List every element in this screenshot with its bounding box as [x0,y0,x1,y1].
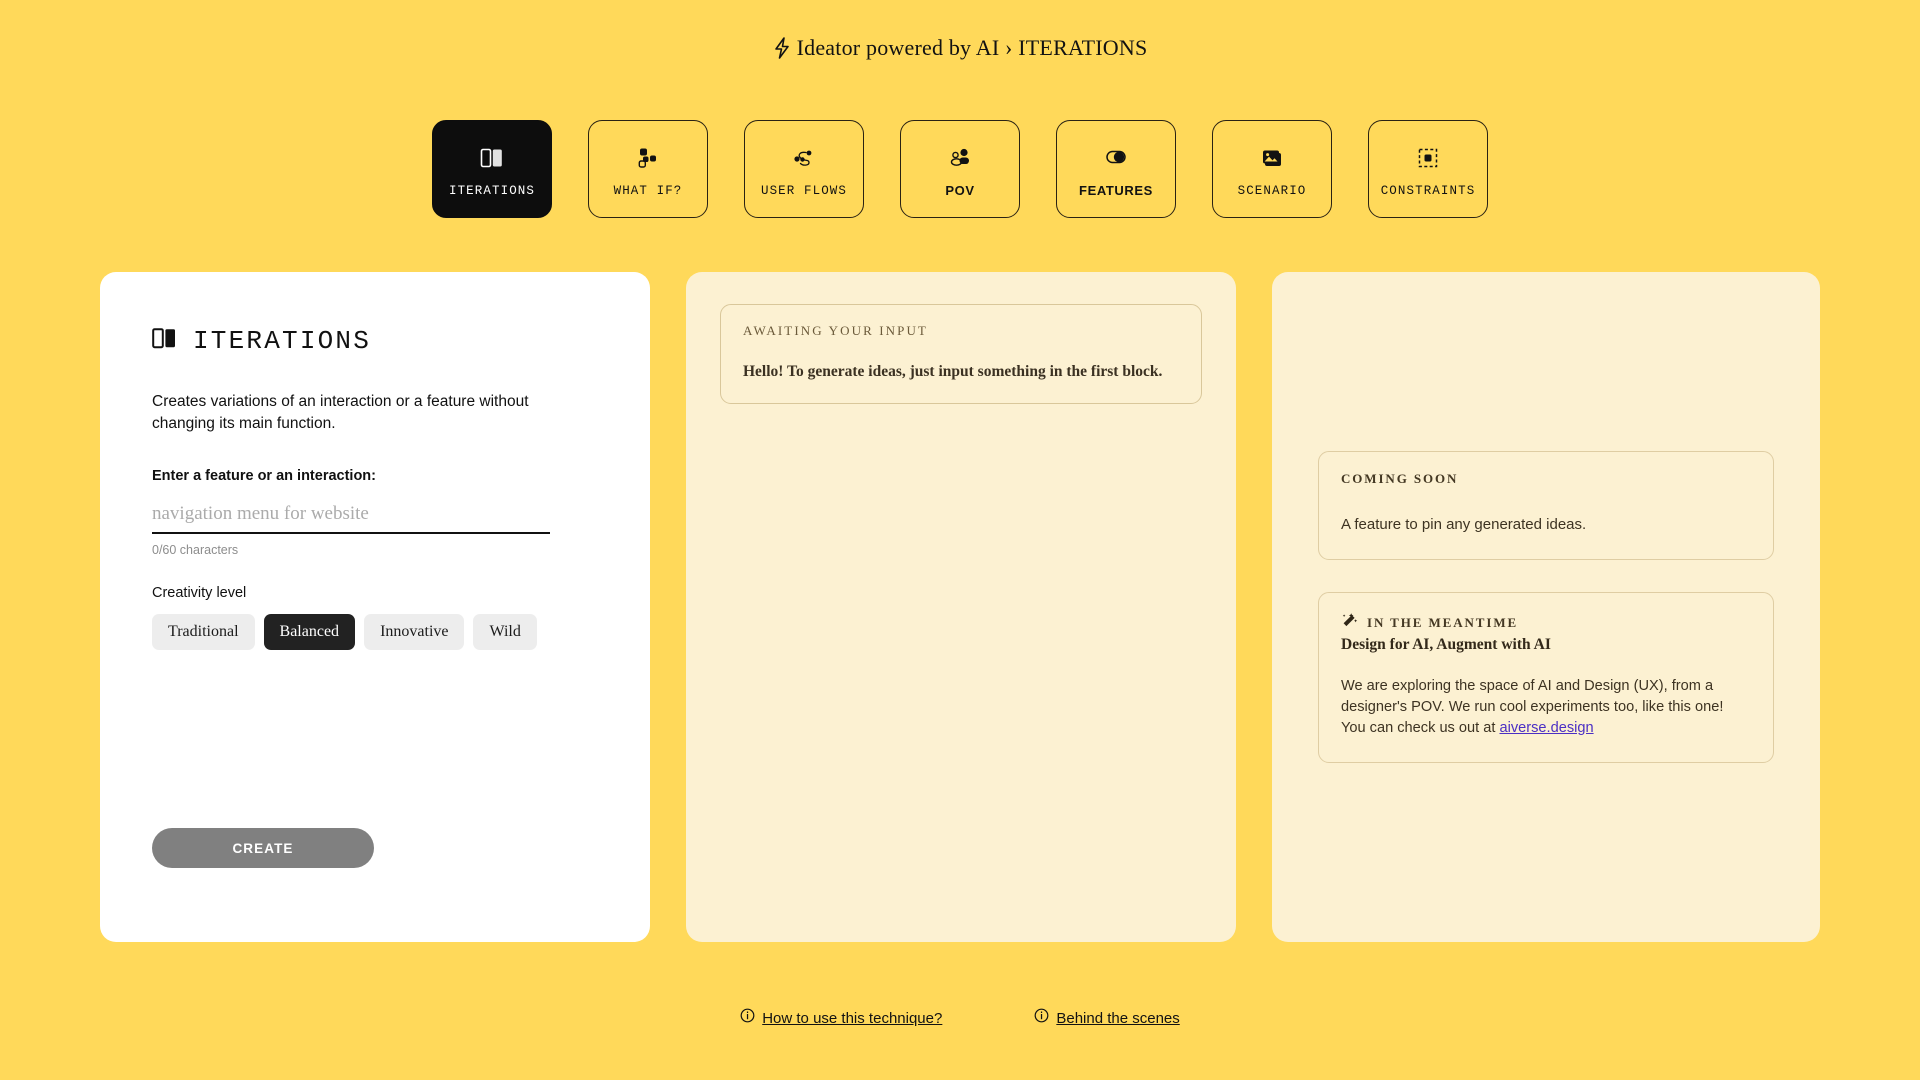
creativity-option-innovative[interactable]: Innovative [364,614,465,650]
panels-row: ITERATIONS Creates variations of an inte… [100,272,1820,942]
card-kicker: IN THE MEANTIME [1367,615,1519,631]
magic-wand-icon [1341,612,1358,634]
tab-iterations[interactable]: ITERATIONS [432,120,552,218]
in-the-meantime-card: IN THE MEANTIME Design for AI, Augment w… [1318,592,1774,764]
app-header: Ideator powered by AI › ITERATIONS [0,0,1920,95]
people-icon [947,144,973,170]
two-panels-icon [479,145,505,171]
creativity-option-balanced[interactable]: Balanced [263,614,356,650]
awaiting-input-card: AWAITING YOUR INPUT Hello! To generate i… [720,304,1202,404]
tab-label: USER FLOWS [760,183,847,198]
card-message: Hello! To generate ideas, just input som… [743,363,1163,380]
tab-label: CONSTRAINTS [1380,183,1476,198]
info-icon [740,1008,755,1028]
card-kicker: COMING SOON [1341,470,1459,486]
card-text: A feature to pin any generated ideas. [1341,515,1587,533]
footer-link-label: Behind the scenes [1056,1009,1180,1027]
behind-the-scenes-link[interactable]: Behind the scenes [1034,1008,1180,1028]
create-button[interactable]: CREATE [152,828,374,868]
info-panel: COMING SOON A feature to pin any generat… [1272,272,1820,942]
info-icon [1034,1008,1049,1028]
creativity-option-wild[interactable]: Wild [473,614,537,650]
aiverse-link[interactable]: aiverse.design [1499,720,1593,736]
card-kicker-row: COMING SOON [1341,471,1751,487]
creativity-option-traditional[interactable]: Traditional [152,614,255,650]
page-title: Ideator powered by AI › ITERATIONS [796,34,1148,60]
scattered-squares-icon [635,145,661,171]
card-subtitle: Design for AI, Augment with AI [1341,636,1551,654]
character-counter: 0/60 characters [152,543,239,557]
tab-label: SCENARIO [1237,183,1307,198]
images-stack-icon [1259,145,1285,171]
creativity-label: Creativity level [152,585,247,601]
app-root: Ideator powered by AI › ITERATIONS ITERA… [0,0,1920,1080]
tab-scenario[interactable]: SCENARIO [1212,120,1332,218]
tab-label: WHAT IF? [613,183,683,198]
tab-label: POV [945,183,975,198]
card-kicker-row: IN THE MEANTIME [1341,612,1751,634]
technique-tabbar: ITERATIONS WHAT IF? USER FLOWS POV FEATU [0,120,1920,218]
card-paragraph: We are exploring the space of AI and Des… [1341,676,1751,739]
input-panel: ITERATIONS Creates variations of an inte… [100,272,650,942]
card-kicker: AWAITING YOUR INPUT [743,323,928,338]
toggle-circle-icon [1102,144,1130,170]
output-panel: AWAITING YOUR INPUT Hello! To generate i… [686,272,1236,942]
creativity-options: Traditional Balanced Innovative Wild [152,614,598,650]
how-to-use-link[interactable]: How to use this technique? [740,1008,942,1028]
panel-heading: ITERATIONS [152,326,598,356]
tab-what-if[interactable]: WHAT IF? [588,120,708,218]
tab-label: ITERATIONS [448,183,535,198]
dashed-frame-icon [1415,145,1441,171]
lightning-bolt-icon [773,36,791,59]
flow-nodes-icon [791,145,817,171]
tab-user-flows[interactable]: USER FLOWS [744,120,864,218]
coming-soon-card: COMING SOON A feature to pin any generat… [1318,450,1774,561]
panel-title: ITERATIONS [193,326,372,356]
input-label: Enter a feature or an interaction: [152,468,376,484]
footer-link-label: How to use this technique? [762,1009,943,1027]
tab-pov[interactable]: POV [900,120,1020,218]
tab-constraints[interactable]: CONSTRAINTS [1368,120,1488,218]
tab-features[interactable]: FEATURES [1056,120,1176,218]
panel-description: Creates variations of an interaction or … [152,393,529,432]
two-panels-icon [152,327,179,355]
footer: How to use this technique? Behind the sc… [0,1008,1920,1028]
tab-label: FEATURES [1079,183,1153,198]
feature-input[interactable] [152,496,550,534]
